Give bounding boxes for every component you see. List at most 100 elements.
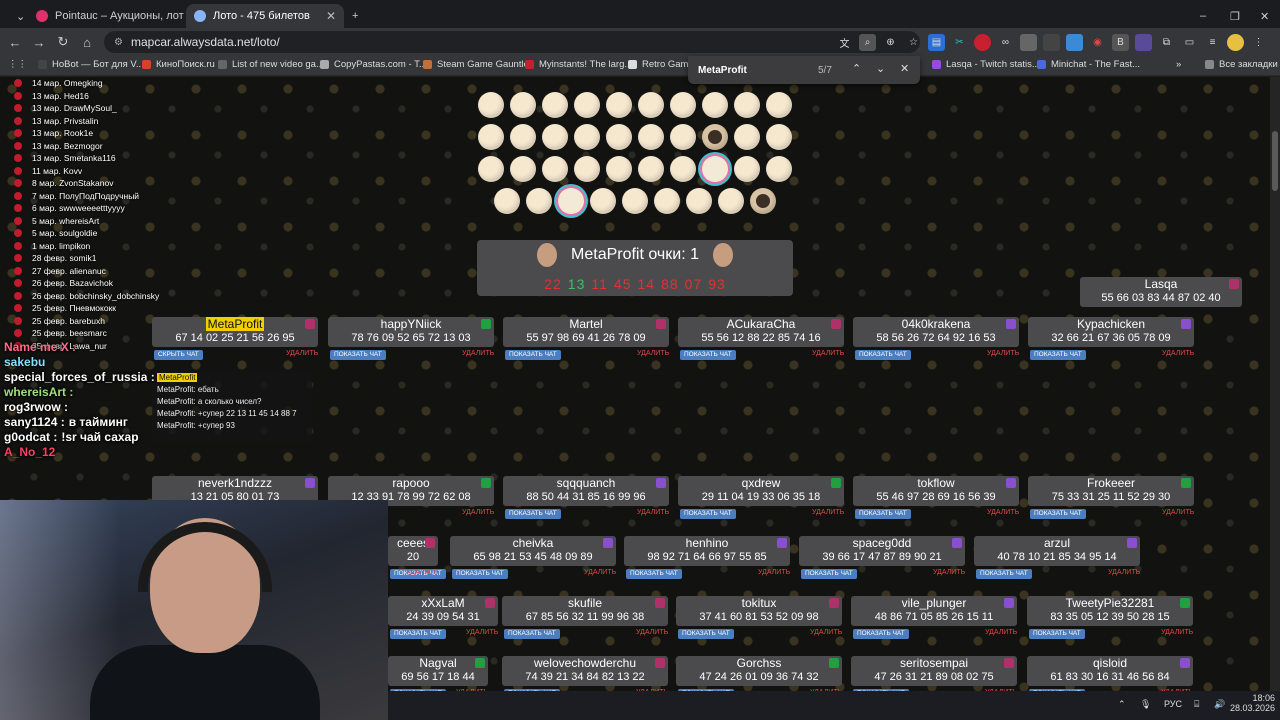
delete-ticket-button[interactable]: УДАЛИТЬ: [812, 509, 844, 516]
extension-icon[interactable]: [1135, 33, 1152, 51]
ticket-owner-name: tokflow: [917, 476, 955, 490]
address-bar[interactable]: ⚙ mapcar.alwaysdata.net/loto/: [104, 31, 920, 53]
delete-ticket-button[interactable]: УДАЛИТЬ: [933, 569, 965, 576]
bookmark-item[interactable]: Myinstants! The larg...: [525, 59, 632, 70]
delete-ticket-button[interactable]: УДАЛИТЬ: [406, 569, 438, 576]
extension-icon[interactable]: ▤: [928, 33, 945, 51]
bookmark-item[interactable]: List of new video ga...: [218, 59, 324, 70]
delete-ticket-button[interactable]: УДАЛИТЬ: [466, 629, 498, 636]
show-chat-button[interactable]: ПОКАЗАТЬ ЧАТ: [680, 509, 736, 519]
show-chat-button[interactable]: ПОКАЗАТЬ ЧАТ: [626, 569, 682, 579]
delete-ticket-button[interactable]: УДАЛИТЬ: [1162, 509, 1194, 516]
bookmark-item[interactable]: Retro Gam: [628, 59, 688, 70]
show-chat-button[interactable]: ПОКАЗАТЬ ЧАТ: [801, 569, 857, 579]
show-chat-button[interactable]: ПОКАЗАТЬ ЧАТ: [1030, 509, 1086, 519]
delete-ticket-button[interactable]: УДАЛИТЬ: [758, 569, 790, 576]
delete-ticket-button[interactable]: УДАЛИТЬ: [637, 509, 669, 516]
bookmark-item[interactable]: Minichat - The Fast...: [1037, 59, 1140, 70]
delete-ticket-button[interactable]: УДАЛИТЬ: [812, 350, 844, 357]
sidebar-icon[interactable]: ▭: [1181, 34, 1198, 51]
delete-ticket-button[interactable]: УДАЛИТЬ: [1161, 629, 1193, 636]
chevron-up-icon[interactable]: ⌃: [1118, 699, 1126, 710]
show-chat-button[interactable]: ПОКАЗАТЬ ЧАТ: [452, 569, 508, 579]
tab-list-button[interactable]: ⌄: [8, 4, 28, 28]
show-chat-button[interactable]: ПОКАЗАТЬ ЧАТ: [855, 350, 911, 360]
extension-icon[interactable]: ✂: [951, 34, 968, 51]
show-chat-button[interactable]: ПОКАЗАТЬ ЧАТ: [1030, 350, 1086, 360]
delete-ticket-button[interactable]: УДАЛИТЬ: [810, 629, 842, 636]
extension-icon[interactable]: ◉: [1089, 34, 1106, 51]
delete-ticket-button[interactable]: УДАЛИТЬ: [1108, 569, 1140, 576]
forward-arrow-icon[interactable]: →: [27, 35, 51, 50]
show-chat-button[interactable]: ПОКАЗАТЬ ЧАТ: [505, 350, 561, 360]
show-chat-button[interactable]: ПОКАЗАТЬ ЧАТ: [390, 629, 446, 639]
extension-icon[interactable]: [1043, 33, 1060, 51]
profile-avatar[interactable]: [1227, 33, 1244, 51]
maximize-button[interactable]: ❐: [1222, 4, 1242, 28]
tab-pointauc[interactable]: Pointauc – Аукционы, лотерея ✕: [28, 4, 184, 28]
page-scrollbar[interactable]: [1270, 77, 1280, 691]
tab-loto[interactable]: Лото - 475 билетов ✕: [186, 4, 344, 28]
puzzle-icon[interactable]: ⧉: [1158, 34, 1175, 51]
chevron-up-icon[interactable]: ⌃: [852, 62, 861, 75]
find-input[interactable]: MetaProfit: [698, 65, 747, 76]
all-bookmarks[interactable]: Все закладки: [1205, 59, 1278, 70]
delete-ticket-button[interactable]: УДАЛИТЬ: [637, 350, 669, 357]
extension-icon[interactable]: [974, 33, 991, 51]
show-chat-button[interactable]: ПОКАЗАТЬ ЧАТ: [505, 509, 561, 519]
platform-badge-icon: [831, 478, 841, 488]
minimize-button[interactable]: –: [1192, 4, 1212, 28]
bookmark-item[interactable]: КиноПоиск.ru: [142, 59, 215, 70]
bookmark-item[interactable]: Steam Game Gauntlet: [423, 59, 532, 70]
translate-icon[interactable]: 文: [836, 34, 853, 51]
show-chat-button[interactable]: ПОКАЗАТЬ ЧАТ: [853, 629, 909, 639]
close-icon[interactable]: ✕: [900, 62, 909, 75]
delete-ticket-button[interactable]: УДАЛИТЬ: [584, 569, 616, 576]
bookmark-item[interactable]: Lasqa - Twitch statis...: [932, 59, 1040, 70]
delete-ticket-button[interactable]: УДАЛИТЬ: [462, 509, 494, 516]
microphone-icon[interactable]: 🎙: [1140, 699, 1151, 710]
home-icon[interactable]: ⌂: [75, 35, 99, 50]
clock[interactable]: 18:06 28.03.2026: [1230, 693, 1275, 713]
find-icon[interactable]: ⌕: [859, 33, 876, 51]
bookmark-item[interactable]: CopyPastas.com - T...: [320, 59, 427, 70]
delete-ticket-button[interactable]: УДАЛИТЬ: [985, 629, 1017, 636]
close-tab-icon[interactable]: ✕: [320, 9, 336, 23]
back-arrow-icon[interactable]: ←: [3, 35, 27, 50]
apps-icon[interactable]: ⋮⋮: [8, 59, 27, 70]
delete-ticket-button[interactable]: УДАЛИТЬ: [1162, 350, 1194, 357]
delete-ticket-button[interactable]: УДАЛИТЬ: [987, 350, 1019, 357]
language-indicator[interactable]: РУС: [1164, 699, 1182, 709]
bookmarks-overflow-icon[interactable]: »: [1176, 59, 1181, 70]
show-chat-button[interactable]: ПОКАЗАТЬ ЧАТ: [1029, 629, 1085, 639]
extension-icon[interactable]: ∞: [997, 34, 1014, 51]
zoom-icon[interactable]: ⊕: [882, 34, 899, 51]
chevron-down-icon[interactable]: ⌄: [876, 62, 885, 75]
show-chat-button[interactable]: ПОКАЗАТЬ ЧАТ: [504, 629, 560, 639]
bookmark-item[interactable]: HoBot — Бот для V...: [38, 59, 144, 70]
site-info-icon[interactable]: ⚙: [114, 37, 123, 48]
chat-username: Name me X :: [4, 340, 77, 354]
star-icon[interactable]: ☆: [905, 34, 922, 51]
network-icon[interactable]: ⌸: [1194, 699, 1199, 710]
new-tab-button[interactable]: +: [344, 4, 364, 28]
extension-icon[interactable]: [1066, 33, 1083, 51]
delete-ticket-button[interactable]: УДАЛИТЬ: [987, 509, 1019, 516]
delete-ticket-button[interactable]: УДАЛИТЬ: [462, 350, 494, 357]
ticket-numbers: 58 56 26 72 64 92 16 53: [876, 332, 996, 344]
menu-icon[interactable]: ⋮: [1250, 34, 1267, 51]
show-chat-button[interactable]: ПОКАЗАТЬ ЧАТ: [330, 350, 386, 360]
extension-icon[interactable]: B: [1112, 33, 1129, 51]
reload-icon[interactable]: ↻: [51, 34, 75, 50]
delete-ticket-button[interactable]: УДАЛИТЬ: [286, 350, 318, 357]
show-chat-button[interactable]: ПОКАЗАТЬ ЧАТ: [678, 629, 734, 639]
show-chat-button[interactable]: ПОКАЗАТЬ ЧАТ: [855, 509, 911, 519]
delete-ticket-button[interactable]: УДАЛИТЬ: [636, 629, 668, 636]
scrollbar-thumb[interactable]: [1272, 131, 1278, 191]
show-chat-button[interactable]: ПОКАЗАТЬ ЧАТ: [680, 350, 736, 360]
volume-icon[interactable]: 🔊: [1214, 699, 1225, 710]
show-chat-button[interactable]: ПОКАЗАТЬ ЧАТ: [976, 569, 1032, 579]
media-icon[interactable]: ≡: [1204, 34, 1221, 51]
extension-icon[interactable]: [1020, 33, 1037, 51]
close-window-button[interactable]: ✕: [1252, 4, 1272, 28]
